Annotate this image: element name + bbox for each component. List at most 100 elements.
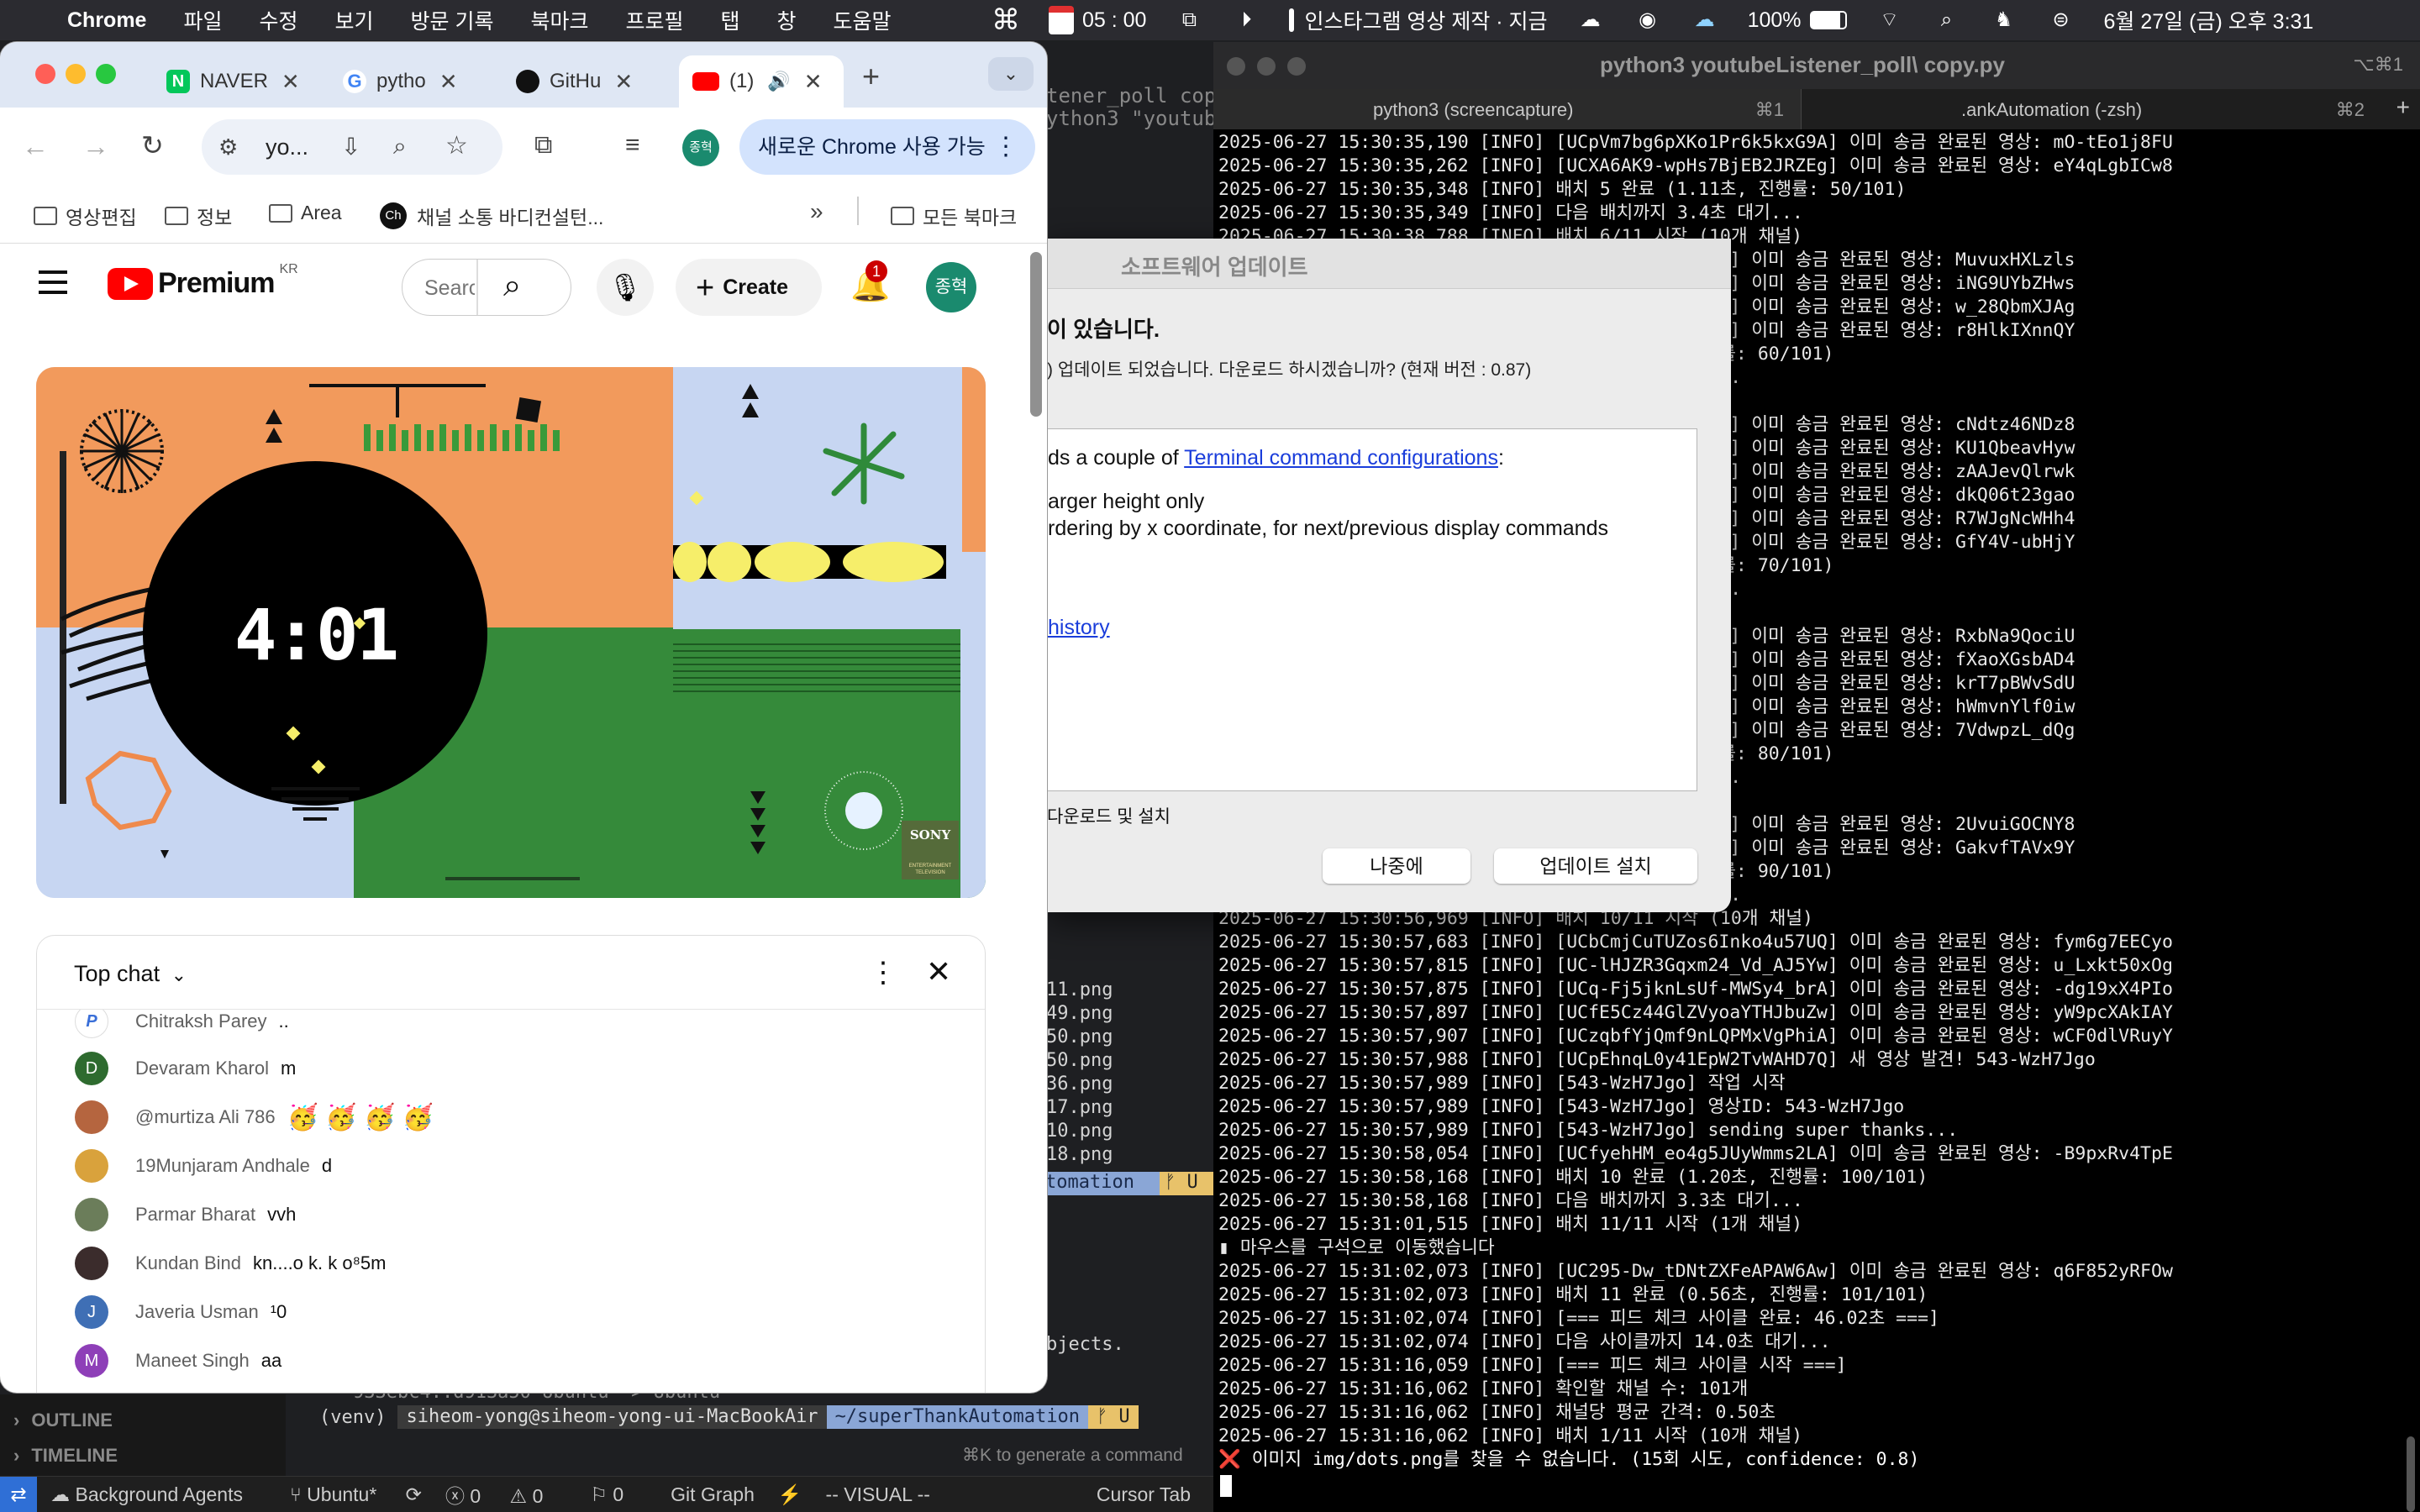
chat-author[interactable]: Parmar Bharat bbox=[135, 1204, 255, 1226]
terminal-scrollbar[interactable] bbox=[2407, 1436, 2415, 1512]
menu-window[interactable]: 창 bbox=[777, 5, 797, 35]
chat-author[interactable]: Kundan Bind bbox=[135, 1252, 241, 1274]
menu-bookmarks[interactable]: 북마크 bbox=[530, 5, 588, 35]
create-button[interactable]: + Create bbox=[676, 259, 822, 316]
all-bookmarks-folder[interactable]: 모든 북마크 bbox=[891, 202, 1017, 230]
search-input[interactable] bbox=[424, 271, 475, 305]
chat-message[interactable]: Kundan Bind kn....o k. k o⁸5m bbox=[75, 1242, 386, 1285]
tab-youtube-active[interactable]: (1) 🔊 ✕ bbox=[679, 55, 844, 108]
timeline-section[interactable]: › TIMELINE bbox=[13, 1445, 118, 1467]
tab-naver[interactable]: N NAVER ✕ bbox=[166, 55, 300, 108]
video-player[interactable]: 4:01 SONY ENTERTAINMENT TELEVISION bbox=[36, 367, 986, 898]
menu-history[interactable]: 방문 기록 bbox=[411, 5, 494, 35]
timer-widget[interactable]: 05 : 00 bbox=[1049, 6, 1146, 34]
cursor-tab-item[interactable]: Cursor Tab bbox=[1097, 1483, 1191, 1506]
user-avatar[interactable]: 종혁 bbox=[926, 262, 976, 312]
chat-message[interactable]: Parmar Bharat vvh bbox=[75, 1193, 296, 1236]
chat-message[interactable]: P Chitraksh Parey .. bbox=[75, 1010, 289, 1043]
menubar-datetime[interactable]: 6월 27일 (금) 오후 3:31 bbox=[2104, 5, 2314, 35]
reload-icon[interactable]: ↻ bbox=[141, 129, 164, 161]
menu-profile[interactable]: 프로필 bbox=[625, 5, 683, 35]
chat-author[interactable]: Devaram Kharol bbox=[135, 1058, 269, 1079]
play-icon[interactable]: ⏵ bbox=[1232, 8, 1260, 33]
control-center-icon[interactable]: ⊜ bbox=[2047, 8, 2075, 33]
terminal-tab-1[interactable]: python3 (screencapture) ⌘1 bbox=[1213, 89, 1802, 129]
chat-author[interactable]: Javeria Usman bbox=[135, 1301, 259, 1323]
bookmark-folder[interactable]: Area bbox=[269, 202, 342, 224]
hamburger-menu-icon[interactable] bbox=[39, 270, 67, 274]
new-tab-plus-icon[interactable]: + bbox=[2396, 94, 2410, 121]
bookmark-folder[interactable]: 영상편집 bbox=[34, 202, 137, 230]
history-link[interactable]: history bbox=[1048, 616, 1110, 640]
close-tab-icon[interactable]: ✕ bbox=[281, 69, 300, 95]
omnibox[interactable]: ⚙ yo... ⇩ ⌕ ☆ bbox=[202, 119, 502, 175]
bookmark-folder[interactable]: 정보 bbox=[165, 202, 232, 230]
bookmark-channel[interactable]: Ch 채널 소통 바디컨설턴... bbox=[380, 202, 603, 230]
chat-author[interactable]: @murtiza Ali 786 bbox=[135, 1106, 276, 1128]
zoom-window-button[interactable] bbox=[96, 64, 116, 84]
install-app-icon[interactable]: ⇩ bbox=[341, 133, 360, 160]
chat-message[interactable]: M Maneet Singh aa bbox=[75, 1339, 281, 1383]
top-chat-dropdown[interactable]: Top chat ⌄ bbox=[74, 961, 187, 987]
cloud-icon[interactable]: ☁ bbox=[1576, 8, 1605, 33]
chat-message[interactable]: D Devaram Kharol m bbox=[75, 1047, 296, 1090]
tab-github[interactable]: GitHu ✕ bbox=[516, 55, 633, 108]
forward-arrow-icon[interactable]: → bbox=[82, 131, 109, 162]
chat-author[interactable]: Maneet Singh bbox=[135, 1350, 250, 1372]
microphone-icon[interactable]: 🎙 bbox=[597, 259, 654, 316]
close-chat-icon[interactable]: ✕ bbox=[926, 954, 951, 990]
chat-message[interactable]: @murtiza Ali 786 🥳 🥳 🥳 🥳 bbox=[75, 1095, 434, 1139]
profile-avatar[interactable]: 종혁 bbox=[682, 129, 719, 166]
install-update-button[interactable]: 업데이트 설치 bbox=[1494, 848, 1697, 884]
problems-item[interactable]: ⓧ 0 ⚠ 0 bbox=[445, 1480, 566, 1509]
close-button[interactable] bbox=[1227, 57, 1245, 76]
audio-playing-icon[interactable]: 🔊 bbox=[767, 71, 790, 92]
branch-item[interactable]: ⑂ Ubuntu* ⟳ bbox=[290, 1483, 422, 1506]
release-notes-box[interactable]: ds a couple of Terminal command configur… bbox=[1047, 428, 1697, 791]
command-icon[interactable]: ⌘ bbox=[992, 6, 1020, 34]
search-icon[interactable]: ⌕ bbox=[503, 268, 521, 304]
menu-app-name[interactable]: Chrome bbox=[67, 8, 146, 33]
ports-item[interactable]: ⚐ 0 bbox=[590, 1483, 647, 1506]
tab-python[interactable]: G pytho ✕ bbox=[343, 55, 458, 108]
chrome-update-button[interactable]: 새로운 Chrome 사용 가능 ⋮ bbox=[739, 119, 1035, 175]
terminal-tab-2[interactable]: .ankAutomation (-zsh) ⌘2 bbox=[1802, 89, 2381, 129]
weather-icon[interactable]: ☁ bbox=[1691, 8, 1719, 33]
menu-help[interactable]: 도움말 bbox=[834, 5, 892, 35]
chat-message[interactable]: J Javeria Usman ¹0 bbox=[75, 1290, 287, 1334]
terminal-config-link[interactable]: Terminal command configurations bbox=[1184, 446, 1498, 470]
airdrop-icon[interactable]: ◉ bbox=[1634, 8, 1662, 33]
wifi-icon[interactable]: ⌔ bbox=[1876, 8, 1904, 33]
later-button[interactable]: 나중에 bbox=[1323, 848, 1470, 884]
close-tab-icon[interactable]: ✕ bbox=[804, 69, 823, 95]
chat-message[interactable]: 19Munjaram Andhale d bbox=[75, 1144, 332, 1188]
media-control-icon[interactable]: ≡ bbox=[625, 131, 640, 160]
close-window-button[interactable] bbox=[35, 64, 55, 84]
zoom-icon[interactable]: ⌕ bbox=[393, 133, 407, 160]
outline-section[interactable]: › OUTLINE bbox=[13, 1410, 113, 1431]
chat-author[interactable]: Chitraksh Parey bbox=[135, 1011, 267, 1032]
minimize-window-button[interactable] bbox=[66, 64, 86, 84]
chat-more-options-icon[interactable]: ⋮ bbox=[869, 956, 897, 990]
site-settings-icon[interactable]: ⚙ bbox=[218, 134, 238, 160]
notification-item[interactable]: 인스타그램 영상 제작 · 지금 bbox=[1289, 5, 1548, 35]
zoom-button[interactable] bbox=[1287, 57, 1306, 76]
youtube-premium-logo[interactable]: Premium KR bbox=[108, 262, 298, 300]
chat-author[interactable]: 19Munjaram Andhale bbox=[135, 1155, 310, 1177]
window-stack-icon[interactable]: ⧉ bbox=[1175, 8, 1203, 33]
git-graph-item[interactable]: Git Graph bbox=[671, 1483, 755, 1506]
menu-tab[interactable]: 탭 bbox=[721, 5, 740, 35]
auto-install-label[interactable]: 다운로드 및 설치 bbox=[1047, 803, 1171, 828]
battery-icon[interactable] bbox=[1809, 11, 1847, 29]
menu-file[interactable]: 파일 bbox=[183, 5, 222, 35]
lightning-icon[interactable]: ⚡ bbox=[778, 1483, 802, 1506]
remote-icon[interactable]: ⇄ bbox=[0, 1476, 38, 1512]
menu-view[interactable]: 보기 bbox=[335, 5, 374, 35]
bookmarks-overflow-icon[interactable]: » bbox=[810, 198, 823, 225]
background-agents-item[interactable]: ☁ Background Agents bbox=[50, 1483, 266, 1506]
close-tab-icon[interactable]: ✕ bbox=[439, 69, 458, 95]
kebab-menu-icon[interactable]: ⋮ bbox=[993, 119, 1018, 175]
spotlight-search-icon[interactable]: ⌕ bbox=[1933, 8, 1961, 33]
page-scrollbar[interactable] bbox=[1030, 252, 1042, 417]
url-text[interactable]: yo... bbox=[266, 134, 308, 160]
